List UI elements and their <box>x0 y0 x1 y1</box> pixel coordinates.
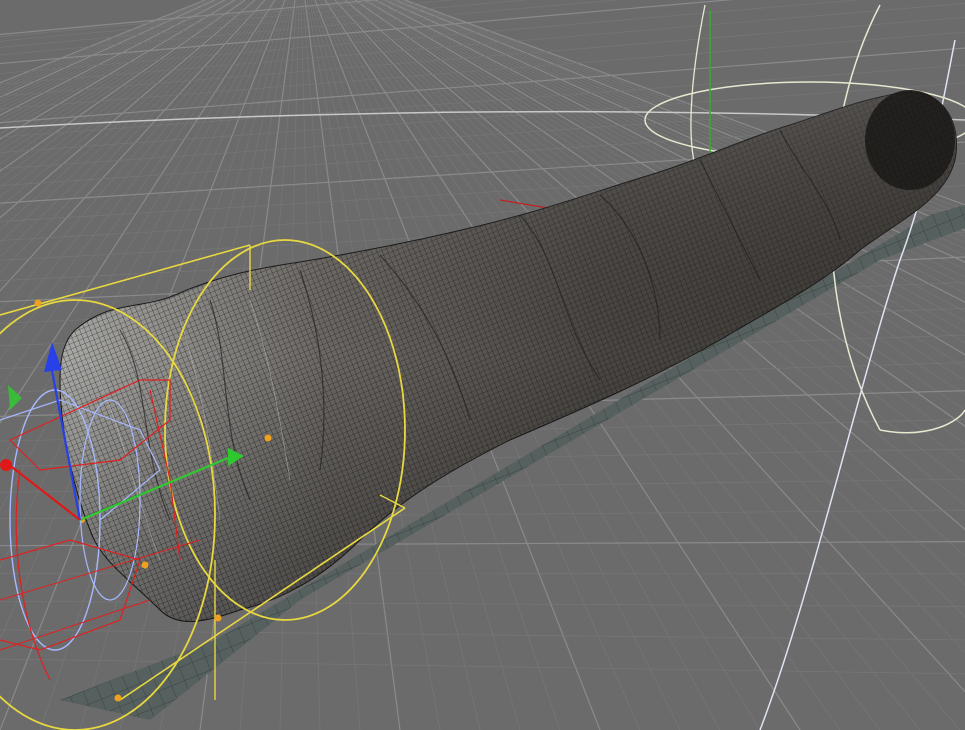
cage-handle[interactable] <box>141 561 149 569</box>
viewport-canvas[interactable] <box>0 0 965 730</box>
cage-handle[interactable] <box>34 299 42 307</box>
3d-viewport[interactable] <box>0 0 965 730</box>
axis-arrow-x-icon[interactable] <box>0 459 12 471</box>
axis-plane-handle[interactable] <box>8 385 22 410</box>
cage-handle[interactable] <box>114 694 122 702</box>
cage-handle[interactable] <box>264 434 272 442</box>
grid-line <box>0 629 965 641</box>
cage-handle[interactable] <box>214 614 222 622</box>
axis-arrow-z-icon[interactable] <box>44 342 62 372</box>
